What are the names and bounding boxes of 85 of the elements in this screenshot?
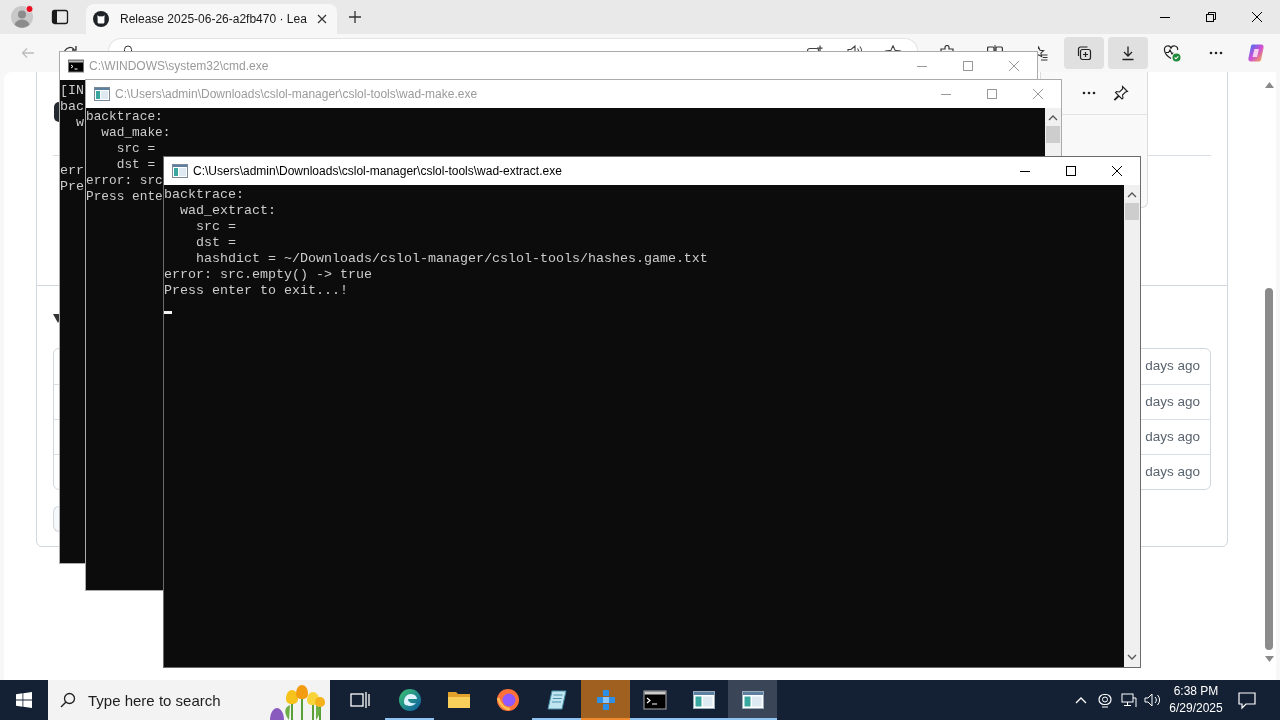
profile-icon bbox=[10, 5, 34, 29]
window-title: C:\Users\admin\Downloads\cslol-manager\cslol-tools\wad-make.exe bbox=[115, 86, 478, 103]
add-tab-icon bbox=[807, 45, 823, 51]
notification-icon bbox=[1237, 690, 1257, 710]
clock-date[interactable]: 6/29/2025 bbox=[1169, 700, 1223, 717]
scrollbar-track[interactable] bbox=[1124, 185, 1140, 667]
console-text: error: src.empty() -> true bbox=[164, 267, 372, 282]
scrollbar-thumb[interactable] bbox=[1046, 126, 1060, 143]
downloads-button[interactable] bbox=[1108, 37, 1148, 69]
window-title: C:\WINDOWS\system32\cmd.exe bbox=[89, 58, 269, 75]
profile-button[interactable] bbox=[8, 3, 36, 31]
windows-logo-icon bbox=[16, 692, 32, 708]
taskbar-app-button[interactable] bbox=[728, 680, 777, 720]
scroll-down-icon[interactable] bbox=[1127, 654, 1137, 661]
scrollbar-thumb[interactable] bbox=[1265, 288, 1273, 650]
console-text: Pre bbox=[60, 179, 84, 194]
star-icon bbox=[885, 45, 901, 51]
console-icon bbox=[642, 688, 667, 712]
scrollbar-track[interactable] bbox=[1045, 108, 1061, 156]
console-text: backtrace: bbox=[86, 109, 163, 124]
console-text: backtrace: bbox=[164, 187, 244, 202]
relative-time: days ago bbox=[1145, 462, 1200, 481]
collections-button[interactable] bbox=[1064, 37, 1104, 69]
console-text: hashdict = ~/Downloads/cslol-manager/cslol-tools/hashes.game.txt bbox=[196, 251, 708, 266]
split-screen-icon bbox=[987, 45, 1003, 51]
plus-icon bbox=[347, 10, 362, 24]
chevron-up-icon bbox=[1075, 696, 1087, 704]
close-icon bbox=[1112, 166, 1122, 176]
console-text: dst = bbox=[196, 235, 236, 250]
puzzle-icon bbox=[940, 45, 956, 51]
console-text: [IN bbox=[60, 83, 84, 98]
webcam-icon bbox=[1097, 692, 1113, 708]
browser-tab[interactable]: Release 2025-06-26-a2fb470 · Lea bbox=[86, 4, 337, 34]
close-icon bbox=[316, 14, 327, 24]
scroll-up-icon[interactable] bbox=[1127, 191, 1137, 198]
notebook-icon bbox=[544, 688, 569, 712]
download-icon bbox=[1120, 45, 1136, 61]
console-text: dst = bbox=[116, 157, 156, 172]
search-icon bbox=[60, 692, 76, 708]
refresh-icon bbox=[62, 45, 78, 51]
maximize-icon bbox=[1066, 166, 1076, 176]
scroll-up-icon[interactable] bbox=[1264, 82, 1274, 88]
network-icon bbox=[1121, 692, 1137, 708]
console-icon bbox=[68, 58, 84, 74]
sidebar-layout-icon bbox=[50, 7, 70, 27]
globe-logo-icon bbox=[495, 688, 520, 712]
volume-icon bbox=[1144, 692, 1162, 708]
scrollbar-thumb[interactable] bbox=[1125, 203, 1139, 220]
window-icon bbox=[172, 163, 188, 179]
task-view-icon bbox=[350, 690, 370, 710]
clock-time[interactable]: 6:38 PM bbox=[1173, 683, 1219, 700]
cat-logo-icon bbox=[93, 11, 109, 27]
console-text: Press ente bbox=[86, 189, 163, 204]
close-icon bbox=[1033, 89, 1043, 99]
search-field[interactable]: Type here to search bbox=[48, 680, 330, 720]
console-text: Press enter to exit...! bbox=[164, 283, 348, 298]
back-arrow-icon bbox=[20, 45, 36, 61]
window-icon bbox=[94, 86, 110, 102]
window-icon bbox=[740, 688, 765, 712]
console-text: error: src bbox=[86, 173, 163, 188]
wave-logo-icon bbox=[397, 688, 422, 712]
close-icon bbox=[1009, 61, 1019, 71]
console-text: bac bbox=[60, 99, 84, 114]
pin-icon bbox=[1113, 85, 1129, 101]
scroll-up-icon[interactable] bbox=[1048, 114, 1058, 121]
relative-time: days ago bbox=[1145, 427, 1200, 446]
console-text: src = bbox=[116, 141, 156, 156]
console-text: wad_extract: bbox=[180, 203, 276, 218]
maximize-icon bbox=[963, 61, 973, 71]
console-text: src = bbox=[196, 219, 236, 234]
console-text: wad_make: bbox=[101, 125, 171, 140]
maximize-icon bbox=[987, 89, 997, 99]
window-icon bbox=[691, 688, 716, 712]
window-title: C:\Users\admin\Downloads\cslol-manager\cslol-tools\wad-extract.exe bbox=[193, 163, 562, 180]
scroll-down-icon[interactable] bbox=[1264, 656, 1274, 662]
relative-time: days ago bbox=[1145, 357, 1200, 376]
relative-time: days ago bbox=[1145, 392, 1200, 411]
console-text: err bbox=[60, 163, 84, 178]
collections-icon bbox=[1076, 45, 1092, 61]
close-icon bbox=[1252, 12, 1262, 22]
restore-icon bbox=[1206, 12, 1216, 22]
speaker-icon bbox=[847, 45, 863, 51]
console-text: w bbox=[76, 115, 84, 130]
favorites-icon bbox=[1038, 45, 1048, 61]
heart-pulse-icon bbox=[1163, 44, 1181, 62]
